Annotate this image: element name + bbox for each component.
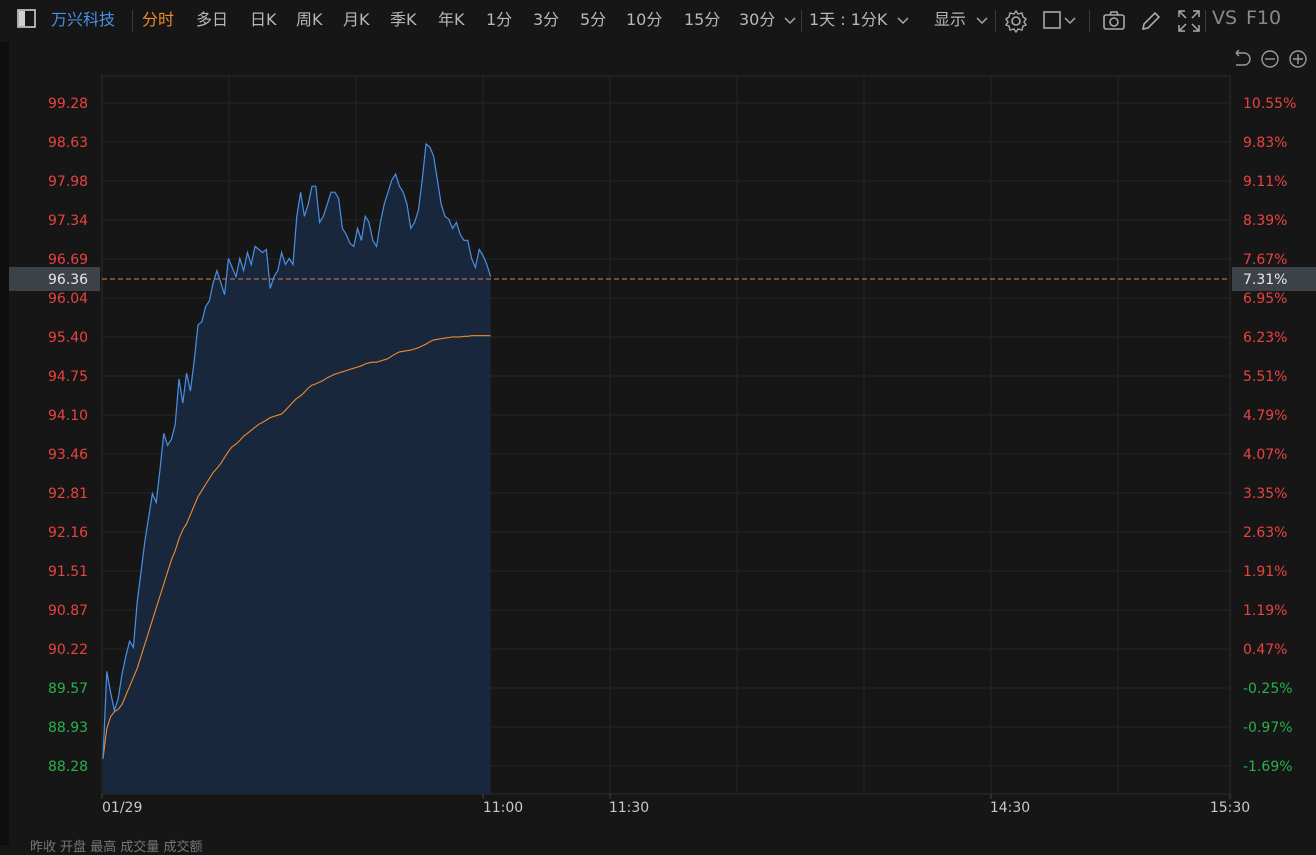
y-tick-left: 88.28 [48,759,88,775]
zoom-in-icon-cross [1293,54,1303,64]
y-tick-left: 98.63 [48,135,88,151]
y-tick-left: 95.40 [48,330,88,346]
y-tick-right: -1.69% [1243,759,1293,775]
y-tick-left: 91.51 [48,564,88,580]
y-tick-right: 9.11% [1243,174,1287,190]
y-tick-right: 4.07% [1243,447,1287,463]
x-tick-label: 11:00 [483,800,523,816]
y-tick-right: 7.67% [1243,252,1287,268]
reset-zoom-icon[interactable] [1235,49,1251,66]
y-tick-left: 96.69 [48,252,88,268]
y-tick-right: -0.97% [1243,720,1293,736]
y-tick-left: 97.34 [48,213,88,229]
price-area-fill [103,144,491,794]
y-tick-right: -0.25% [1243,681,1293,697]
x-tick-label: 15:30 [1210,800,1250,816]
y-tick-right: 8.39% [1243,213,1287,229]
y-tick-left: 88.93 [48,720,88,736]
current-price-label: 96.36 [48,272,88,288]
y-tick-right: 1.91% [1243,564,1287,580]
y-tick-left: 89.57 [48,681,88,697]
x-tick-label: 14:30 [990,800,1030,816]
current-pct-label: 7.31% [1243,272,1287,288]
y-tick-right: 4.79% [1243,408,1287,424]
y-tick-right: 6.23% [1243,330,1287,346]
footer-stats: 昨收 开盘 最高 成交量 成交额 [30,840,203,855]
y-tick-left: 96.04 [48,291,88,307]
x-tick-label: 11:30 [609,800,649,816]
y-tick-right: 9.83% [1243,135,1287,151]
y-tick-left: 99.28 [48,96,88,112]
y-tick-right: 1.19% [1243,603,1287,619]
y-tick-left: 90.22 [48,642,88,658]
y-tick-left: 94.75 [48,369,88,385]
x-tick-label: 01/29 [102,800,142,816]
y-tick-left: 92.16 [48,525,88,541]
y-tick-left: 94.10 [48,408,88,424]
y-tick-right: 10.55% [1243,96,1296,112]
y-tick-right: 5.51% [1243,369,1287,385]
y-tick-right: 2.63% [1243,525,1287,541]
y-tick-right: 6.95% [1243,291,1287,307]
y-tick-right: 0.47% [1243,642,1287,658]
y-tick-right: 3.35% [1243,486,1287,502]
y-tick-left: 93.46 [48,447,88,463]
intraday-chart[interactable]: 99.28 10.55% 98.63 9.83% 97.98 9.11% 97.34 8.39… [0,0,1316,845]
y-tick-left: 90.87 [48,603,88,619]
y-tick-left: 92.81 [48,486,88,502]
y-tick-left: 97.98 [48,174,88,190]
